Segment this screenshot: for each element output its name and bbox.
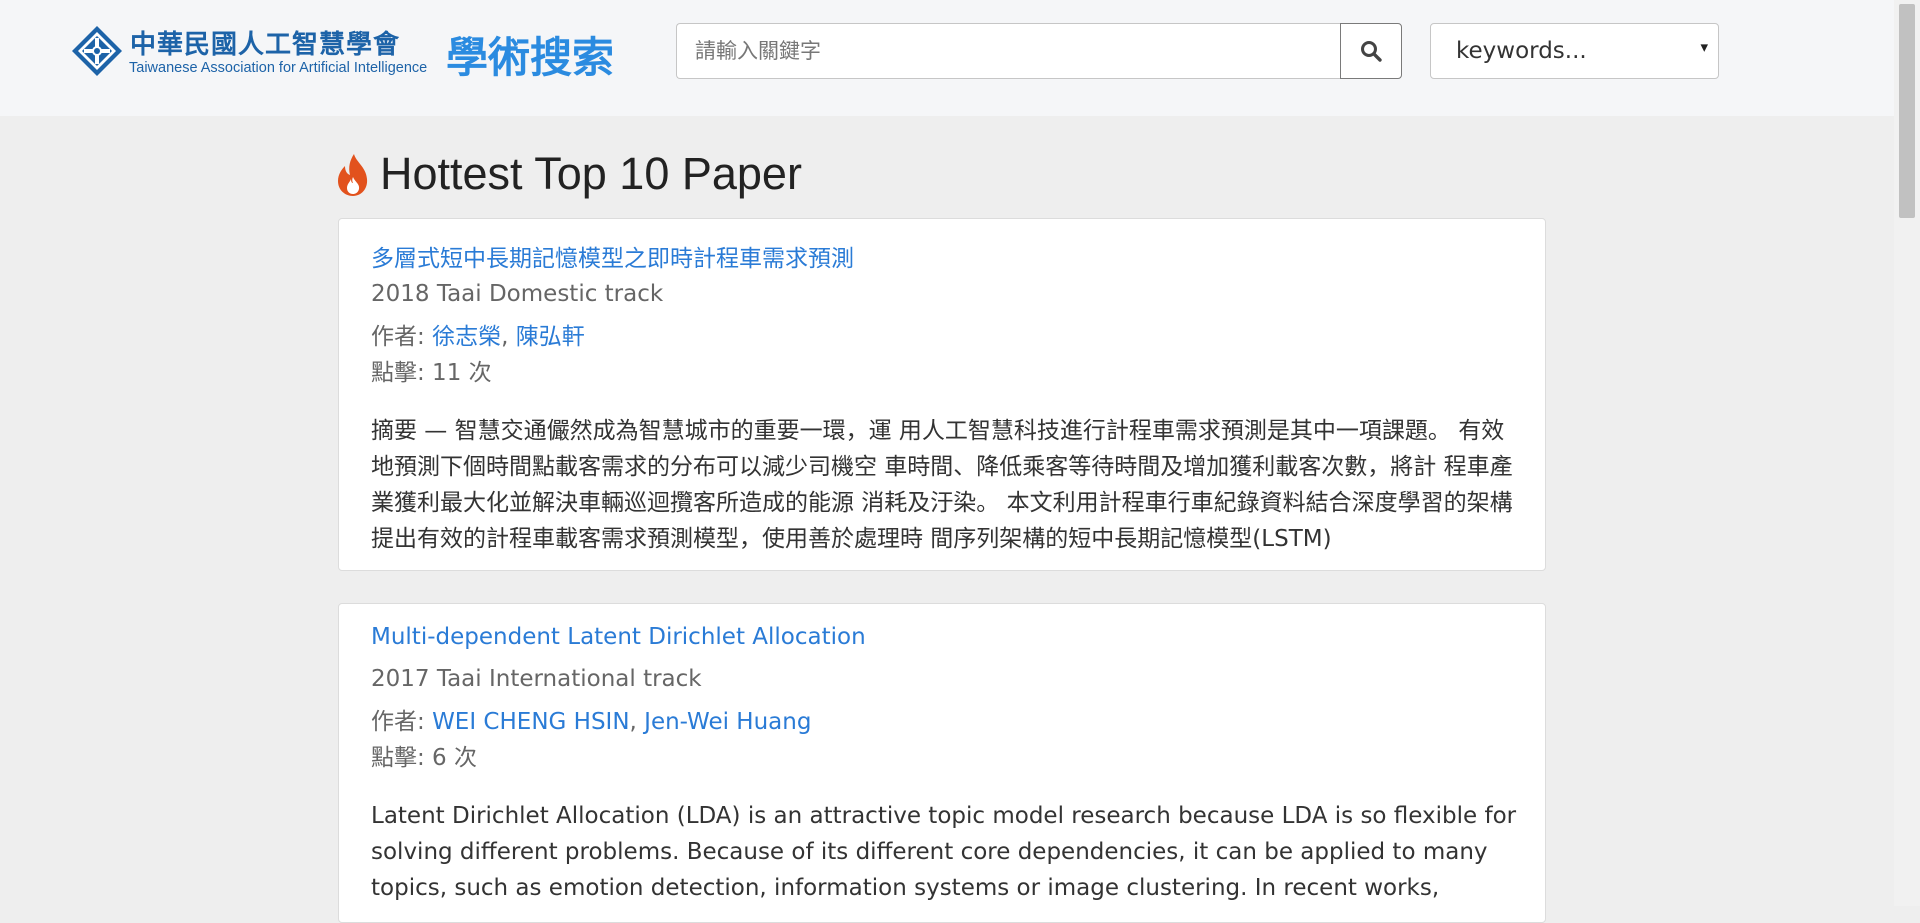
taai-logo-mark-icon	[72, 26, 122, 76]
page-scrollbar[interactable]	[1894, 0, 1920, 906]
select-value: keywords...	[1456, 38, 1587, 64]
logo-english-name: Taiwanese Association for Artificial Int…	[129, 60, 428, 76]
search-button[interactable]	[1340, 23, 1402, 79]
paper-authors: 作者: 徐志榮, 陳弘軒	[371, 324, 585, 350]
logo-chinese-name: 中華民國人工智慧學會	[130, 30, 401, 60]
paper-track: 2017 Taai International track	[371, 666, 702, 692]
chevron-down-icon: ▾	[1700, 38, 1708, 56]
fire-icon	[338, 154, 368, 196]
site-header: 中華民國人工智慧學會 Taiwanese Association for Art…	[0, 0, 1894, 116]
paper-card: 多層式短中長期記憶模型之即時計程車需求預測 2018 Taai Domestic…	[338, 218, 1546, 571]
paper-card: Multi-dependent Latent Dirichlet Allocat…	[338, 603, 1546, 923]
section-title: Hottest Top 10 Paper	[380, 148, 802, 199]
author-link[interactable]: 徐志榮	[432, 324, 501, 350]
paper-abstract: Latent Dirichlet Allocation (LDA) is an …	[371, 803, 1517, 901]
search-icon	[1361, 41, 1382, 62]
paper-click-count: 點擊: 6 次	[371, 745, 478, 771]
paper-title-link[interactable]: Multi-dependent Latent Dirichlet Allocat…	[371, 624, 866, 650]
search-input[interactable]	[676, 23, 1341, 79]
paper-track: 2018 Taai Domestic track	[371, 281, 664, 307]
author-link[interactable]: Jen-Wei Huang	[644, 709, 811, 735]
site-title[interactable]: 學術搜索	[446, 24, 614, 85]
author-link[interactable]: 陳弘軒	[516, 324, 585, 350]
authors-label: 作者:	[371, 324, 433, 350]
paper-click-count: 點擊: 11 次	[371, 360, 492, 386]
search-field-select[interactable]: keywords... ▾	[1430, 23, 1719, 79]
paper-title-link[interactable]: 多層式短中長期記憶模型之即時計程車需求預測	[371, 239, 854, 273]
author-link[interactable]: WEI CHENG HSIN	[432, 709, 629, 735]
paper-abstract: 摘要 — 智慧交通儼然成為智慧城市的重要一環，運 用人工智慧科技進行計程車需求預…	[371, 418, 1513, 552]
paper-authors: 作者: WEI CHENG HSIN, Jen-Wei Huang	[371, 709, 812, 735]
scrollbar-thumb[interactable]	[1899, 4, 1915, 218]
authors-label: 作者:	[371, 709, 433, 735]
